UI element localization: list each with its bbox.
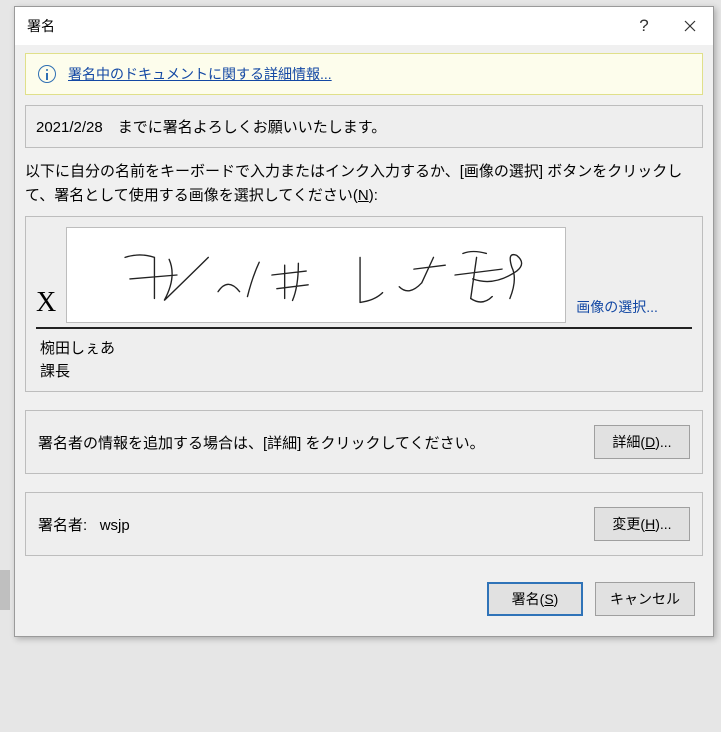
details-text: 署名者の情報を追加する場合は、[詳細] をクリックしてください。 (38, 432, 582, 453)
signature-line: X 画像の選択... (36, 227, 692, 323)
select-image-link[interactable]: 画像の選択... (576, 297, 658, 323)
dialog-footer: 署名(S) キャンセル (15, 556, 713, 636)
cancel-button[interactable]: キャンセル (595, 582, 695, 616)
details-button[interactable]: 詳細(D)... (594, 425, 690, 459)
close-icon (684, 20, 696, 32)
signature-dialog: 署名 ? 署名中のドキュメントに関する詳細情報... 2021/2/28 までに… (14, 6, 714, 637)
details-row: 署名者の情報を追加する場合は、[詳細] をクリックしてください。 詳細(D)..… (25, 410, 703, 474)
titlebar: 署名 ? (15, 7, 713, 45)
signature-underline (36, 327, 692, 329)
signature-canvas[interactable] (66, 227, 566, 323)
dialog-title: 署名 (27, 16, 621, 36)
signer-printed-name: 椀田しぇあ (40, 337, 692, 358)
signer-row: 署名者: wsjp 変更(H)... (25, 492, 703, 556)
more-info-link[interactable]: 署名中のドキュメントに関する詳細情報... (68, 64, 332, 84)
signature-panel: X 画像の選択... 椀田しぇあ 課長 (25, 216, 703, 392)
sign-button[interactable]: 署名(S) (487, 582, 583, 616)
signer-value: wsjp (100, 517, 130, 534)
signature-x-mark: X (36, 287, 56, 323)
change-signer-button[interactable]: 変更(H)... (594, 507, 690, 541)
info-bar: 署名中のドキュメントに関する詳細情報... (25, 53, 703, 95)
info-icon (38, 65, 56, 83)
close-button[interactable] (667, 7, 713, 45)
handwriting-icon (67, 228, 565, 322)
deadline-text: 2021/2/28 までに署名よろしくお願いいたします。 (36, 119, 386, 136)
signer-label: 署名者: (38, 517, 87, 534)
deadline-note: 2021/2/28 までに署名よろしくお願いいたします。 (25, 105, 703, 148)
signer-job-title: 課長 (40, 360, 692, 381)
background-edge (0, 570, 10, 610)
help-button[interactable]: ? (621, 7, 667, 45)
signer-text: 署名者: wsjp (38, 514, 582, 535)
instructions-text: 以下に自分の名前をキーボードで入力またはインク入力するか、[画像の選択] ボタン… (25, 160, 703, 208)
